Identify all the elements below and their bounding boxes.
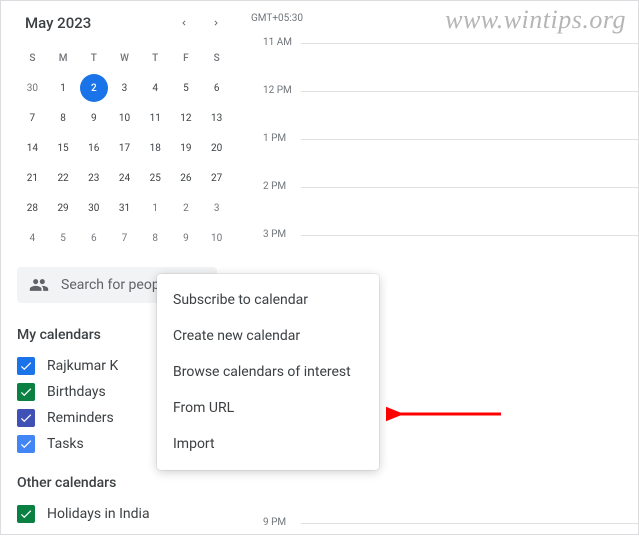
calendar-checkbox[interactable] [17, 383, 35, 401]
check-icon [19, 385, 33, 399]
mini-calendar-day[interactable]: 9 [80, 104, 108, 132]
hour-label: 12 PM [263, 85, 292, 96]
prev-month-button[interactable] [172, 11, 196, 35]
mini-calendar-day[interactable]: 22 [49, 164, 77, 192]
mini-calendar-day[interactable]: 1 [49, 74, 77, 102]
mini-calendar-day[interactable]: 7 [18, 104, 46, 132]
mini-calendar-day[interactable]: 7 [110, 224, 138, 252]
dow-label: W [110, 44, 138, 72]
mini-calendar-day[interactable]: 4 [141, 74, 169, 102]
hour-gridline [301, 91, 638, 92]
check-icon [19, 507, 33, 521]
mini-calendar-day[interactable]: 27 [203, 164, 231, 192]
hour-gridline [301, 523, 638, 524]
dow-label: T [80, 44, 108, 72]
arrow-annotation [386, 402, 506, 426]
next-month-button[interactable] [204, 11, 228, 35]
mini-calendar-day[interactable]: 24 [110, 164, 138, 192]
mini-calendar-day[interactable]: 6 [203, 74, 231, 102]
hour-gridline [301, 187, 638, 188]
check-icon [19, 437, 33, 451]
mini-calendar-day[interactable]: 14 [18, 134, 46, 162]
mini-calendar-day[interactable]: 26 [172, 164, 200, 192]
mini-calendar-day[interactable]: 17 [110, 134, 138, 162]
mini-calendar-day[interactable]: 31 [110, 194, 138, 222]
chevron-right-icon [211, 18, 221, 28]
dow-label: F [172, 44, 200, 72]
mini-calendar-day[interactable]: 1 [141, 194, 169, 222]
mini-calendar-day[interactable]: 10 [203, 224, 231, 252]
mini-calendar-day[interactable]: 11 [141, 104, 169, 132]
calendar-label: Birthdays [47, 384, 106, 400]
mini-calendar-day[interactable]: 16 [80, 134, 108, 162]
check-icon [19, 359, 33, 373]
mini-calendar-day[interactable]: 3 [203, 194, 231, 222]
calendar-checkbox[interactable] [17, 435, 35, 453]
mini-calendar-day[interactable]: 3 [110, 74, 138, 102]
menu-create-new[interactable]: Create new calendar [157, 318, 379, 354]
calendar-checkbox[interactable] [17, 409, 35, 427]
mini-calendar-day[interactable]: 30 [80, 194, 108, 222]
hour-gridline [301, 235, 638, 236]
hour-gridline [301, 43, 638, 44]
people-icon [29, 275, 49, 295]
calendar-label: Rajkumar K [47, 358, 118, 374]
mini-calendar-day[interactable]: 21 [18, 164, 46, 192]
mini-calendar-day[interactable]: 2 [172, 194, 200, 222]
mini-calendar-day[interactable]: 29 [49, 194, 77, 222]
mini-calendar-day[interactable]: 18 [141, 134, 169, 162]
hour-gridline [301, 139, 638, 140]
mini-calendar-day[interactable]: 9 [172, 224, 200, 252]
mini-calendar-day[interactable]: 23 [80, 164, 108, 192]
mini-calendar-day[interactable]: 8 [49, 104, 77, 132]
mini-calendar-day[interactable]: 20 [203, 134, 231, 162]
mini-calendar-day[interactable]: 5 [172, 74, 200, 102]
check-icon [19, 411, 33, 425]
mini-calendar-day[interactable]: 8 [141, 224, 169, 252]
dow-label: T [141, 44, 169, 72]
mini-calendar-day[interactable]: 15 [49, 134, 77, 162]
search-placeholder: Search for people [61, 277, 171, 293]
calendar-checkbox[interactable] [17, 505, 35, 523]
hour-label: 1 PM [263, 133, 286, 144]
menu-from-url[interactable]: From URL [157, 390, 379, 426]
dow-label: S [18, 44, 46, 72]
menu-subscribe[interactable]: Subscribe to calendar [157, 282, 379, 318]
mini-calendar-day[interactable]: 19 [172, 134, 200, 162]
other-calendars-header[interactable]: Other calendars [17, 469, 241, 497]
hour-label: 2 PM [263, 181, 286, 192]
calendar-label: Holidays in India [47, 506, 150, 522]
timezone-label: GMT+05:30 [251, 13, 303, 24]
hour-label: 11 AM [263, 37, 292, 48]
add-calendar-menu: Subscribe to calendar Create new calenda… [157, 274, 379, 470]
hour-label: 3 PM [263, 229, 286, 240]
mini-calendar-day[interactable]: 5 [49, 224, 77, 252]
calendar-label: Tasks [47, 436, 84, 452]
mini-calendar-day[interactable]: 6 [80, 224, 108, 252]
mini-calendar: May 2023 SMTWTFS301234567891011121314151… [17, 11, 232, 253]
mini-calendar-day[interactable]: 4 [18, 224, 46, 252]
menu-browse[interactable]: Browse calendars of interest [157, 354, 379, 390]
hour-label: 9 PM [263, 517, 286, 528]
mini-calendar-day[interactable]: 25 [141, 164, 169, 192]
chevron-left-icon [179, 18, 189, 28]
mini-calendar-day[interactable]: 2 [80, 74, 108, 102]
mini-calendar-title: May 2023 [25, 14, 91, 32]
calendar-label: Reminders [47, 410, 114, 426]
calendar-item[interactable]: Holidays in India [17, 501, 241, 527]
dow-label: M [49, 44, 77, 72]
mini-calendar-day[interactable]: 10 [110, 104, 138, 132]
mini-calendar-day[interactable]: 12 [172, 104, 200, 132]
calendar-checkbox[interactable] [17, 357, 35, 375]
dow-label: S [203, 44, 231, 72]
mini-calendar-day[interactable]: 13 [203, 104, 231, 132]
mini-calendar-day[interactable]: 30 [18, 74, 46, 102]
menu-import[interactable]: Import [157, 426, 379, 462]
mini-calendar-day[interactable]: 28 [18, 194, 46, 222]
